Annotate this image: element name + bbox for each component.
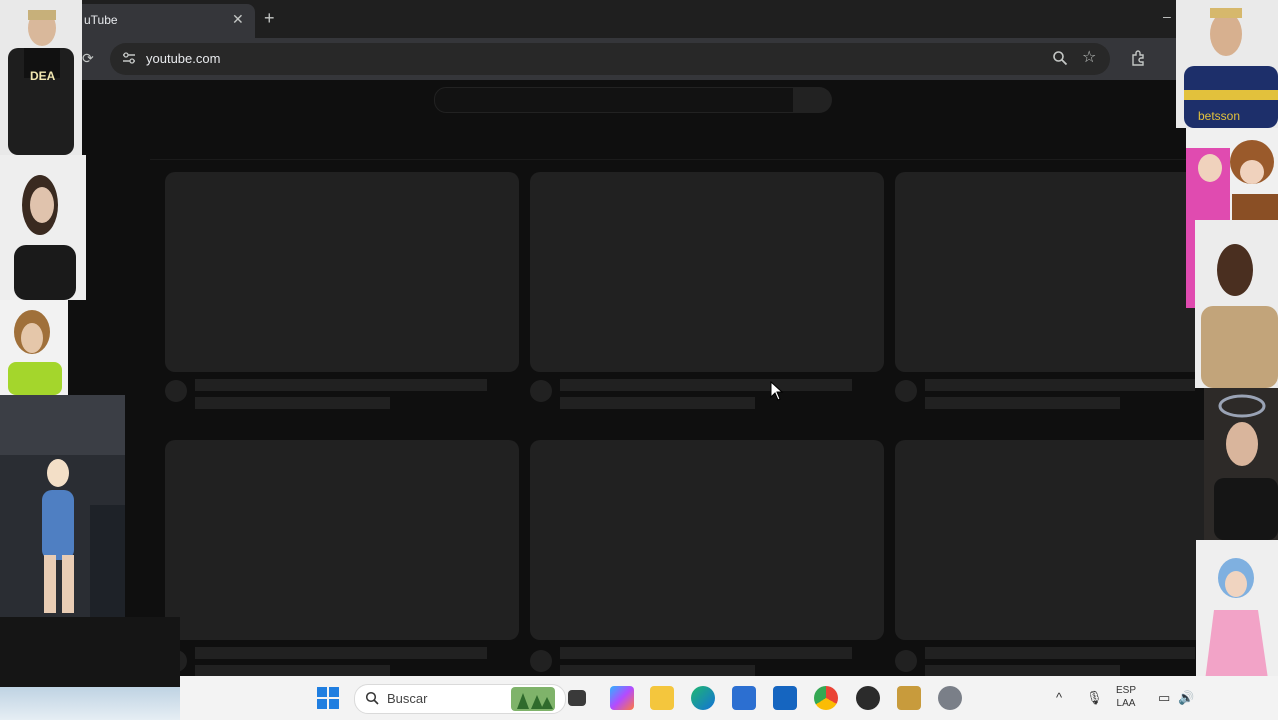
mouse-pointer-icon — [770, 381, 784, 401]
extensions-icon[interactable] — [1130, 50, 1146, 66]
overlay-person-jersey: betsson — [1176, 0, 1278, 128]
scenery-widget-icon — [511, 687, 555, 711]
search-icon — [365, 691, 379, 705]
edge-icon[interactable] — [691, 686, 715, 710]
channel-avatar-placeholder — [895, 650, 917, 672]
overlay-dance-clip — [0, 395, 125, 617]
outlook-icon[interactable] — [773, 686, 797, 710]
copilot-icon[interactable] — [610, 686, 634, 710]
taskbar-search-placeholder: Buscar — [387, 691, 428, 706]
channel-avatar-placeholder — [530, 380, 552, 402]
volume-icon[interactable]: 🔊 — [1178, 690, 1194, 706]
close-icon[interactable]: ✕ — [232, 11, 244, 28]
channel-avatar-placeholder — [895, 380, 917, 402]
meta-placeholder — [560, 397, 755, 409]
lang-layout: LAA — [1116, 698, 1136, 709]
jersey-sponsor: betsson — [1198, 109, 1240, 123]
title-placeholder — [925, 379, 1195, 391]
title-placeholder — [560, 647, 852, 659]
tray-chevron-icon[interactable]: ^ — [1056, 690, 1062, 705]
person-image — [0, 155, 86, 300]
search-button[interactable] — [794, 87, 832, 113]
new-tab-button[interactable]: + — [264, 8, 275, 29]
channel-avatar-placeholder — [165, 380, 187, 402]
overlay-webcam-laughing — [1204, 388, 1278, 540]
video-thumbnail-placeholder[interactable] — [165, 440, 519, 640]
overlay-person-tan — [1195, 220, 1278, 388]
microphone-icon[interactable]: 🎙 — [1086, 690, 1103, 706]
browser-tab-youtube[interactable]: uTube ✕ — [60, 4, 255, 38]
url-text: youtube.com — [146, 51, 221, 66]
meta-placeholder — [195, 397, 390, 409]
chrome-icon[interactable] — [814, 686, 838, 710]
video-clip-image — [0, 395, 125, 617]
reload-icon[interactable]: ⟳ — [82, 50, 94, 67]
windows-start-icon[interactable] — [316, 686, 340, 710]
browser-tab-strip: uTube ✕ + – — [0, 0, 1278, 38]
person-image: DEA — [0, 0, 82, 155]
network-icon[interactable]: ▭ — [1158, 690, 1170, 706]
webcam-image — [1204, 388, 1278, 540]
title-placeholder — [195, 647, 487, 659]
search-input[interactable] — [434, 87, 794, 113]
youtube-page — [0, 80, 1278, 677]
file-explorer-icon[interactable] — [650, 686, 674, 710]
league-icon[interactable] — [897, 686, 921, 710]
title-placeholder — [925, 647, 1195, 659]
obs-icon[interactable] — [856, 686, 880, 710]
language-indicator[interactable]: ESP LAA — [1116, 684, 1136, 710]
bookmark-star-icon[interactable]: ☆ — [1082, 47, 1096, 67]
channel-avatar-placeholder — [530, 650, 552, 672]
windows-taskbar: Buscar ^ 🎙 ESP LAA ▭ 🔊 — [180, 676, 1278, 720]
settings-icon[interactable] — [938, 686, 962, 710]
video-thumbnail-placeholder[interactable] — [530, 172, 884, 372]
store-icon[interactable] — [732, 686, 756, 710]
address-bar[interactable]: youtube.com ☆ — [110, 43, 1110, 75]
task-view-icon[interactable] — [568, 690, 586, 706]
divider — [150, 159, 1190, 160]
video-thumbnail-placeholder[interactable] — [165, 172, 519, 372]
tab-title: uTube — [84, 13, 118, 27]
video-thumbnail-placeholder[interactable] — [530, 440, 884, 640]
zoom-icon[interactable] — [1052, 50, 1068, 66]
overlay-person-vest: DEA — [0, 0, 82, 155]
vest-badge: DEA — [30, 69, 56, 83]
overlay-person-suit — [0, 155, 86, 300]
person-image: betsson — [1176, 0, 1278, 128]
meta-placeholder — [925, 397, 1120, 409]
taskbar-search-input[interactable]: Buscar — [354, 684, 566, 714]
overlay-person-green — [0, 300, 68, 395]
overlay-bright-clip — [0, 687, 180, 720]
person-image — [1195, 220, 1278, 388]
title-placeholder — [560, 379, 852, 391]
browser-toolbar: ⟳ youtube.com ☆ — [0, 38, 1278, 80]
title-placeholder — [195, 379, 487, 391]
overlay-dark-clip — [0, 617, 180, 687]
site-info-icon[interactable] — [122, 51, 136, 65]
lang-code: ESP — [1116, 685, 1137, 696]
minimize-icon[interactable]: – — [1163, 8, 1171, 24]
person-image — [0, 300, 68, 395]
